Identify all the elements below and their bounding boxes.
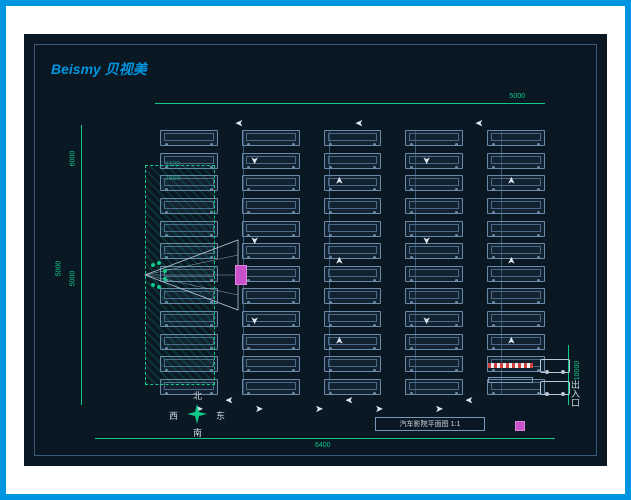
parked-car-icon <box>324 175 382 191</box>
flow-arrow: ➤ <box>355 117 363 128</box>
dim-top-margin: 5000 <box>509 93 525 100</box>
parked-car-icon <box>487 198 545 214</box>
parked-car-icon <box>324 334 382 350</box>
drawing-title: 汽车影院平面图 1:1 <box>400 419 461 429</box>
parking-col-3 <box>324 130 382 395</box>
dim-line-left <box>81 125 82 405</box>
flow-arrow: ➤ <box>255 404 263 415</box>
parking-lot: 5000 6000 5000 5000 6400 1100 1850 10000 <box>95 115 555 425</box>
parked-car-icon <box>324 288 382 304</box>
drawing-title-block: 汽车影院平面图 1:1 <box>375 417 485 431</box>
parked-car-icon <box>405 243 463 259</box>
dim-line-top <box>155 103 545 104</box>
flow-arrow: ➤ <box>335 176 346 184</box>
parked-car-icon <box>405 266 463 282</box>
parked-car-icon <box>324 356 382 372</box>
compass-n: 北 <box>193 389 202 402</box>
cad-canvas[interactable]: Beismy 贝视美 5000 6000 5000 5000 6400 1100… <box>24 34 607 466</box>
parked-car-icon <box>405 379 463 395</box>
flow-arrow: ➤ <box>225 394 233 405</box>
flow-arrow: ➤ <box>507 176 518 184</box>
parked-car-icon <box>242 356 300 372</box>
gate-car-icon <box>540 359 570 373</box>
parked-car-icon <box>405 311 463 327</box>
parked-car-icon <box>487 153 545 169</box>
dim-left-1: 6000 <box>69 151 76 167</box>
parked-car-icon <box>487 130 545 146</box>
flow-arrow: ➤ <box>375 404 383 415</box>
parked-car-icon <box>324 266 382 282</box>
reference-marker <box>515 421 525 431</box>
parked-car-icon <box>324 379 382 395</box>
exit-label: 出入口 <box>569 380 582 407</box>
parked-car-icon <box>324 311 382 327</box>
projection-cone <box>143 235 243 315</box>
flow-arrow: ➤ <box>421 236 432 244</box>
compass-w: 西 <box>169 409 178 422</box>
parked-car-icon <box>242 175 300 191</box>
parked-car-icon <box>242 334 300 350</box>
flow-arrow: ➤ <box>507 336 518 344</box>
compass-e: 东 <box>216 409 225 422</box>
parking-col-4 <box>405 130 463 395</box>
parked-car-icon <box>487 311 545 327</box>
flow-arrow: ➤ <box>435 404 443 415</box>
parked-car-icon <box>405 198 463 214</box>
flow-arrow: ➤ <box>421 156 432 164</box>
parked-car-icon <box>242 379 300 395</box>
parked-car-icon <box>324 153 382 169</box>
barrier-gate <box>488 363 533 368</box>
parked-car-icon <box>405 130 463 146</box>
flow-arrow: ➤ <box>335 256 346 264</box>
parked-car-icon <box>160 130 218 146</box>
parked-car-icon <box>242 266 300 282</box>
parked-car-icon <box>324 198 382 214</box>
parked-car-icon <box>405 221 463 237</box>
flow-arrow: ➤ <box>235 117 243 128</box>
entrance-gate-area <box>488 355 578 405</box>
parking-col-2 <box>242 130 300 395</box>
parked-car-icon <box>324 221 382 237</box>
screen-marker <box>235 265 247 285</box>
brand-logo: Beismy 贝视美 <box>51 59 147 79</box>
parked-car-icon <box>487 288 545 304</box>
parked-car-icon <box>405 153 463 169</box>
parked-car-icon <box>242 288 300 304</box>
flow-arrow: ➤ <box>249 236 260 244</box>
parked-car-icon <box>405 175 463 191</box>
gate-base <box>488 377 533 383</box>
drawing-border: Beismy 贝视美 5000 6000 5000 5000 6400 1100… <box>34 44 597 456</box>
flow-arrow: ➤ <box>421 316 432 324</box>
app-frame: Beismy 贝视美 5000 6000 5000 5000 6400 1100… <box>0 0 631 500</box>
parked-car-icon <box>405 288 463 304</box>
dim-line-bottom <box>95 438 555 439</box>
parked-car-icon <box>405 356 463 372</box>
flow-arrow: ➤ <box>335 336 346 344</box>
dim-width-total: 6400 <box>315 442 331 449</box>
flow-arrow: ➤ <box>345 394 353 405</box>
flow-arrow: ➤ <box>465 394 473 405</box>
dim-left-2: 5000 <box>69 271 76 287</box>
flow-arrow: ➤ <box>507 256 518 264</box>
parked-car-icon <box>242 130 300 146</box>
parked-car-icon <box>487 266 545 282</box>
parked-car-icon <box>324 130 382 146</box>
parked-car-icon <box>487 221 545 237</box>
compass-s: 南 <box>193 426 202 439</box>
compass-rose: 北 南 东 西 <box>165 389 225 439</box>
parked-car-icon <box>242 221 300 237</box>
parked-car-icon <box>242 198 300 214</box>
flow-arrow: ➤ <box>475 117 483 128</box>
dim-height-total: 5000 <box>55 261 62 277</box>
gate-car-icon <box>540 381 570 395</box>
flow-arrow: ➤ <box>315 404 323 415</box>
flow-arrow: ➤ <box>249 156 260 164</box>
parked-car-icon <box>405 334 463 350</box>
flow-arrow: ➤ <box>249 316 260 324</box>
parked-car-icon <box>242 243 300 259</box>
parked-car-icon <box>324 243 382 259</box>
